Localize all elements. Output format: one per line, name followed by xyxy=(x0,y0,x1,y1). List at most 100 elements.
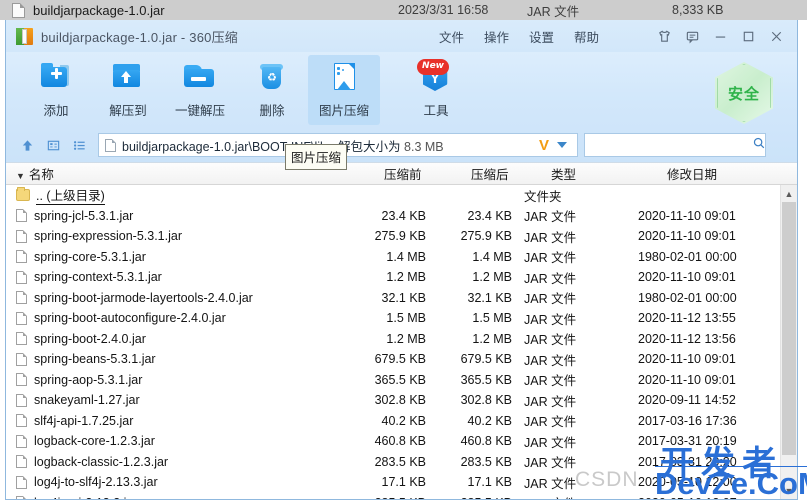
folder-add-icon xyxy=(39,61,73,93)
col-name[interactable]: ▼ 名称 xyxy=(16,164,54,183)
toolbar-button-tools[interactable]: Y New 工具 xyxy=(400,55,472,125)
cell-size-before: 23.4 KB xyxy=(381,208,426,223)
vertical-scrollbar[interactable]: ▲ ▼ xyxy=(780,185,797,499)
file-name: spring-boot-jarmode-layertools-2.4.0.jar xyxy=(34,290,253,305)
toolbar-label-tools: 工具 xyxy=(423,104,449,118)
table-row[interactable]: spring-boot-jarmode-layertools-2.4.0.jar… xyxy=(6,288,780,309)
column-header: ▼ 名称 压缩前 压缩后 类型 修改日期 xyxy=(6,162,797,185)
tools-icon: Y New xyxy=(417,59,453,93)
table-row[interactable]: spring-jcl-5.3.1.jar 23.4 KB 23.4 KB JAR 文件… xyxy=(6,206,780,227)
col-size-before[interactable]: 压缩前 xyxy=(384,164,422,183)
table-row[interactable]: spring-boot-autoconfigure-2.4.0.jar 1.5 M… xyxy=(6,308,780,329)
table-row[interactable]: .. (上级目录) 文件夹 xyxy=(6,185,780,206)
address-bar: buildjarpackage-1.0.jar\BOOT-INF\lib - 解… xyxy=(6,128,797,162)
toolbar-button-delete[interactable]: ♻ 删除 xyxy=(236,55,308,125)
cell-modified: 2020-11-10 09:01 xyxy=(638,352,736,367)
table-row[interactable]: logback-classic-1.2.3.jar 283.5 KB 283.5 K… xyxy=(6,452,780,473)
cell-size-after: 285.5 KB xyxy=(430,496,512,499)
file-name: spring-aop-5.3.1.jar xyxy=(34,372,143,387)
shield-label: 安全 xyxy=(727,85,760,103)
menu-settings[interactable]: 设置 xyxy=(519,23,564,50)
minimize-icon[interactable] xyxy=(707,23,733,49)
file-name: logback-classic-1.2.3.jar xyxy=(34,454,169,469)
skin-icon[interactable] xyxy=(651,23,677,49)
cell-name: spring-beans-5.3.1.jar xyxy=(16,352,156,366)
title-bar: buildjarpackage-1.0.jar - 360压缩 文件 操作 设置… xyxy=(6,20,797,52)
cell-modified: 1980-02-01 00:00 xyxy=(638,290,737,305)
feedback-icon[interactable] xyxy=(679,23,705,49)
file-icon xyxy=(16,496,27,499)
window-title: buildjarpackage-1.0.jar - 360压缩 xyxy=(41,29,238,45)
search-icon[interactable] xyxy=(752,136,766,155)
cell-modified: 2020-11-10 09:01 xyxy=(638,229,736,244)
col-modified[interactable]: 修改日期 xyxy=(667,164,717,183)
cell-type: JAR 文件 xyxy=(524,353,577,368)
search-input[interactable] xyxy=(591,138,752,152)
scroll-thumb[interactable] xyxy=(782,202,796,455)
cell-name: spring-context-5.3.1.jar xyxy=(16,270,162,284)
cell-modified: 2020-05-10 12:07 xyxy=(638,496,737,499)
toolbar-button-image-compress[interactable]: 图片压缩 xyxy=(308,55,380,125)
toolbar-button-add[interactable]: 添加 xyxy=(20,55,92,125)
app-window: buildjarpackage-1.0.jar - 360压缩 文件 操作 设置… xyxy=(5,20,798,500)
file-icon xyxy=(16,373,27,387)
window-controls xyxy=(651,20,789,52)
col-size-after[interactable]: 压缩后 xyxy=(471,164,509,183)
table-row[interactable]: logback-core-1.2.3.jar 460.8 KB 460.8 KB JA… xyxy=(6,431,780,452)
menu-help[interactable]: 帮助 xyxy=(564,23,609,50)
cell-name: slf4j-api-1.7.25.jar xyxy=(16,414,133,428)
cell-size-after: 679.5 KB xyxy=(460,352,512,367)
cell-size-after: 283.5 KB xyxy=(460,454,512,469)
table-row[interactable]: slf4j-api-1.7.25.jar 40.2 KB 40.2 KB JAR 文件… xyxy=(6,411,780,432)
cell-name: spring-boot-jarmode-layertools-2.4.0.jar xyxy=(16,291,253,305)
file-list[interactable]: .. (上级目录) 文件夹 spring-jcl-5.3.1.jar 23.4 KB 2… xyxy=(6,185,780,499)
table-row[interactable]: spring-boot-2.4.0.jar 1.2 MB 1.2 MB JAR 文件 2… xyxy=(6,329,780,350)
up-icon[interactable] xyxy=(14,133,40,157)
menu-actions[interactable]: 操作 xyxy=(474,23,519,50)
menu-file[interactable]: 文件 xyxy=(429,23,474,50)
file-icon xyxy=(16,475,27,489)
cell-name: log4j-to-slf4j-2.13.3.jar xyxy=(16,475,158,489)
toolbar-button-one-click-extract[interactable]: 一键解压 xyxy=(164,55,236,125)
table-row[interactable]: snakeyaml-1.27.jar 302.8 KB 302.8 KB JAR 文件… xyxy=(6,390,780,411)
cell-size-after: 1.5 MB xyxy=(472,311,512,326)
list-view-icon[interactable] xyxy=(66,133,92,157)
maximize-icon[interactable] xyxy=(735,23,761,49)
file-icon xyxy=(16,291,27,305)
image-compress-icon xyxy=(327,61,361,93)
toolbar-button-extract-to[interactable]: 解压到 xyxy=(92,55,164,125)
col-type[interactable]: 类型 xyxy=(551,164,576,183)
cell-modified: 2020-11-12 13:55 xyxy=(638,311,736,326)
scroll-up-button[interactable]: ▲ xyxy=(781,185,797,202)
path-size: 8.3 MB xyxy=(404,139,444,154)
chevron-down-icon[interactable] xyxy=(557,142,567,148)
table-row[interactable]: spring-beans-5.3.1.jar 679.5 KB 679.5 KB JA… xyxy=(6,349,780,370)
table-row[interactable]: spring-core-5.3.1.jar 1.4 MB 1.4 MB JAR 文件 1… xyxy=(6,247,780,268)
search-box[interactable] xyxy=(584,133,766,157)
cell-size-before: 679.5 KB xyxy=(374,352,426,367)
cell-modified: 2017-03-16 17:36 xyxy=(638,413,737,428)
cell-size-before: 1.4 MB xyxy=(386,249,426,264)
file-name: logback-core-1.2.3.jar xyxy=(34,434,155,449)
toolbar-label-delete: 删除 xyxy=(259,104,285,118)
cell-type: 文件夹 xyxy=(524,189,562,204)
one-click-extract-icon xyxy=(183,61,217,93)
scroll-down-button[interactable]: ▼ xyxy=(781,482,797,499)
folder-extract-icon xyxy=(111,61,145,93)
table-row[interactable]: log4j-api-2.13.3.jar 285.5 KB 285.5 KB JAR … xyxy=(6,493,780,499)
cell-type: JAR 文件 xyxy=(524,394,577,409)
scroll-track[interactable] xyxy=(781,202,797,482)
toolbar-label-image-compress: 图片压缩 xyxy=(318,104,369,118)
col-name-label: 名称 xyxy=(28,168,54,182)
cell-size-after: 32.1 KB xyxy=(467,290,512,305)
table-row[interactable]: spring-expression-5.3.1.jar 275.9 KB 275.9… xyxy=(6,226,780,247)
table-row[interactable]: spring-aop-5.3.1.jar 365.5 KB 365.5 KB JAR … xyxy=(6,370,780,391)
details-view-icon[interactable] xyxy=(40,133,66,157)
cell-modified: 2020-11-10 09:01 xyxy=(638,208,736,223)
table-row[interactable]: log4j-to-slf4j-2.13.3.jar 17.1 KB 17.1 KB J… xyxy=(6,472,780,493)
security-shield-badge[interactable]: 安全 xyxy=(715,62,773,124)
file-icon xyxy=(16,352,27,366)
cell-name: logback-core-1.2.3.jar xyxy=(16,434,155,448)
close-icon[interactable] xyxy=(763,23,789,49)
table-row[interactable]: spring-context-5.3.1.jar 1.2 MB 1.2 MB JAR … xyxy=(6,267,780,288)
